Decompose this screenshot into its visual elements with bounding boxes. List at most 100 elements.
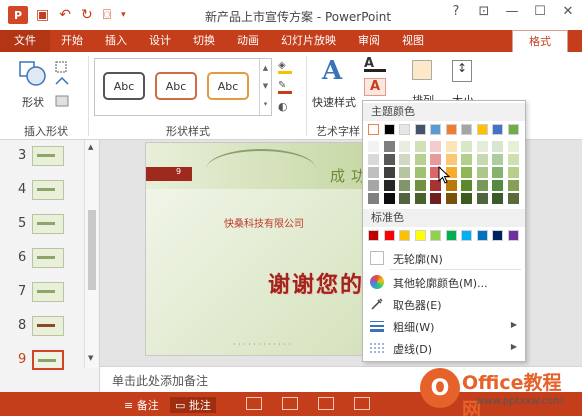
slideshow-view-icon[interactable] xyxy=(354,397,370,410)
theme-color-swatch[interactable] xyxy=(492,124,503,135)
shape-style-sample[interactable]: Abc xyxy=(155,72,197,100)
shape-fill-icon[interactable]: ◈ xyxy=(278,60,292,74)
undo-icon[interactable]: ↶ xyxy=(59,7,71,23)
theme-color-shade-swatch[interactable] xyxy=(492,141,503,152)
slide-panel-scrollbar[interactable]: ▲ ▼ xyxy=(84,140,98,368)
theme-color-shade-swatch[interactable] xyxy=(507,141,519,152)
tab-review[interactable]: 审阅 xyxy=(347,30,391,52)
line-weight-menu-item[interactable]: 粗细(W) ▶ xyxy=(363,315,525,337)
slide-thumbnail[interactable] xyxy=(32,180,64,200)
powerpoint-app-icon[interactable]: P xyxy=(8,6,28,24)
theme-color-swatch[interactable] xyxy=(414,124,426,135)
standard-color-swatch[interactable] xyxy=(445,230,457,241)
eyedropper-menu-item[interactable]: 取色器(E) xyxy=(363,293,525,315)
theme-color-shade-swatch[interactable] xyxy=(399,141,410,152)
theme-color-shade-swatch[interactable] xyxy=(368,167,379,178)
reading-view-icon[interactable] xyxy=(318,397,334,410)
theme-color-swatch[interactable] xyxy=(476,124,488,135)
theme-color-shade-swatch[interactable] xyxy=(507,167,519,178)
theme-color-shade-swatch[interactable] xyxy=(445,141,457,152)
theme-color-shade-swatch[interactable] xyxy=(399,180,410,191)
slide-company-text[interactable]: 快桑科技有限公司 xyxy=(224,215,304,230)
theme-color-shade-swatch[interactable] xyxy=(368,154,379,165)
theme-color-shade-swatch[interactable] xyxy=(476,167,488,178)
theme-color-shade-swatch[interactable] xyxy=(476,193,488,204)
theme-color-swatch[interactable] xyxy=(445,124,457,135)
theme-color-shade-swatch[interactable] xyxy=(507,180,519,191)
theme-color-shade-swatch[interactable] xyxy=(461,141,472,152)
shape-outline-icon[interactable]: ✎ xyxy=(278,80,292,94)
theme-color-swatch[interactable] xyxy=(507,124,519,135)
slide-thumbnail-selected[interactable] xyxy=(32,350,64,370)
standard-color-swatch[interactable] xyxy=(492,230,503,241)
standard-color-swatch[interactable] xyxy=(383,230,395,241)
theme-color-shade-swatch[interactable] xyxy=(383,193,395,204)
standard-color-swatch[interactable] xyxy=(368,230,379,241)
theme-color-shade-swatch[interactable] xyxy=(492,180,503,191)
theme-color-shade-swatch[interactable] xyxy=(461,154,472,165)
tab-format[interactable]: 格式 xyxy=(512,30,568,52)
quick-styles-button[interactable]: A 快速样式 xyxy=(312,56,356,118)
ribbon-display-icon[interactable]: ⊡ xyxy=(476,4,492,19)
tab-home[interactable]: 开始 xyxy=(50,30,94,52)
scroll-up-icon[interactable]: ▲ xyxy=(88,143,93,151)
theme-color-shade-swatch[interactable] xyxy=(414,193,426,204)
tab-file[interactable]: 文件 xyxy=(0,30,50,52)
theme-color-shade-swatch[interactable] xyxy=(492,193,503,204)
standard-color-swatch[interactable] xyxy=(461,230,472,241)
dash-menu-item[interactable]: 虚线(D) ▶ xyxy=(363,337,525,359)
save-icon[interactable]: ▣ xyxy=(36,7,49,23)
slideshow-start-icon[interactable]: ⌼ xyxy=(103,7,111,23)
maximize-icon[interactable]: ☐ xyxy=(532,4,548,19)
theme-color-shade-swatch[interactable] xyxy=(414,154,426,165)
theme-color-shade-swatch[interactable] xyxy=(476,180,488,191)
text-fill-icon[interactable]: A xyxy=(364,56,386,72)
more-outline-colors-menu-item[interactable]: 其他轮廓颜色(M)... xyxy=(363,271,525,293)
theme-color-shade-swatch[interactable] xyxy=(414,141,426,152)
theme-color-shade-swatch[interactable] xyxy=(383,167,395,178)
theme-color-shade-swatch[interactable] xyxy=(430,193,441,204)
theme-color-shade-swatch[interactable] xyxy=(414,180,426,191)
shape-styles-gallery[interactable]: Abc Abc Abc ▲ ▼ ▾ xyxy=(94,58,272,116)
theme-color-shade-swatch[interactable] xyxy=(399,167,410,178)
theme-color-shade-swatch[interactable] xyxy=(507,154,519,165)
scroll-down-icon[interactable]: ▼ xyxy=(88,354,93,362)
normal-view-icon[interactable] xyxy=(246,397,262,410)
shape-style-sample[interactable]: Abc xyxy=(103,72,145,100)
tab-insert[interactable]: 插入 xyxy=(94,30,138,52)
slide-thumbnail[interactable] xyxy=(32,146,64,166)
slide-thumbnail[interactable] xyxy=(32,214,64,234)
shape-style-sample[interactable]: Abc xyxy=(207,72,249,100)
theme-color-shade-swatch[interactable] xyxy=(461,167,472,178)
theme-color-shade-swatch[interactable] xyxy=(399,193,410,204)
shapes-button[interactable]: 形状 xyxy=(16,58,50,110)
slide-thanks-text[interactable]: 谢谢您的 xyxy=(268,267,364,299)
edit-shape-icons[interactable] xyxy=(54,60,80,118)
theme-color-shade-swatch[interactable] xyxy=(383,141,395,152)
standard-color-swatch[interactable] xyxy=(507,230,519,241)
theme-color-shade-swatch[interactable] xyxy=(476,141,488,152)
theme-color-shade-swatch[interactable] xyxy=(368,193,379,204)
theme-color-shade-swatch[interactable] xyxy=(383,180,395,191)
theme-color-shade-swatch[interactable] xyxy=(399,154,410,165)
tab-view[interactable]: 视图 xyxy=(391,30,435,52)
standard-color-swatch[interactable] xyxy=(399,230,410,241)
redo-icon[interactable]: ↻ xyxy=(81,7,93,23)
tab-animations[interactable]: 动画 xyxy=(226,30,270,52)
slide-sorter-icon[interactable] xyxy=(282,397,298,410)
gallery-scroll[interactable]: ▲ ▼ ▾ xyxy=(259,59,271,115)
standard-color-swatch[interactable] xyxy=(430,230,441,241)
close-icon[interactable]: ✕ xyxy=(560,4,576,19)
scrollbar-thumb[interactable] xyxy=(88,210,96,290)
tab-slideshow[interactable]: 幻灯片放映 xyxy=(270,30,347,52)
theme-color-shade-swatch[interactable] xyxy=(507,193,519,204)
slide-thumbnail[interactable] xyxy=(32,316,64,336)
theme-color-shade-swatch[interactable] xyxy=(414,167,426,178)
theme-color-shade-swatch[interactable] xyxy=(368,141,379,152)
theme-color-swatch[interactable] xyxy=(399,124,410,135)
theme-color-shade-swatch[interactable] xyxy=(476,154,488,165)
theme-color-shade-swatch[interactable] xyxy=(430,154,441,165)
standard-color-swatch[interactable] xyxy=(476,230,488,241)
comments-toggle-button[interactable]: ▭ 批注 xyxy=(170,397,216,413)
tab-design[interactable]: 设计 xyxy=(138,30,182,52)
